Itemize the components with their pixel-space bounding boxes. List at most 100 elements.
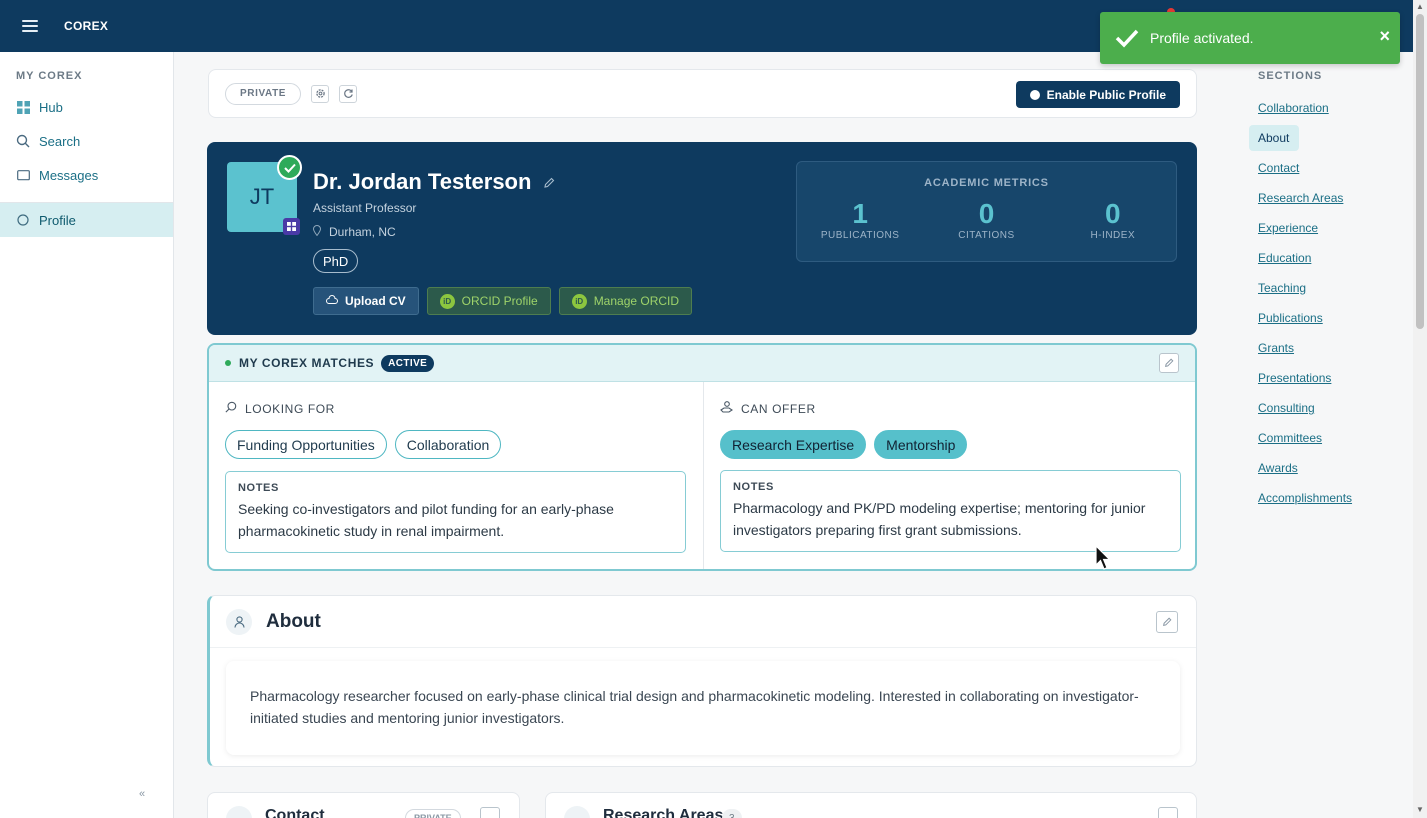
profile-title: Assistant Professor xyxy=(313,201,417,215)
looking-for-notes: NOTES Seeking co-investigators and pilot… xyxy=(225,471,686,553)
section-link-grants[interactable]: Grants xyxy=(1237,333,1413,363)
upload-cv-label: Upload CV xyxy=(345,294,406,308)
profile-location: Durham, NC xyxy=(329,225,396,239)
metrics-title: ACADEMIC METRICS xyxy=(924,177,1049,189)
search-icon xyxy=(16,134,30,148)
notes-text: Pharmacology and PK/PD modeling expertis… xyxy=(733,500,1146,538)
upload-cv-button[interactable]: Upload CV xyxy=(313,287,419,315)
privacy-status-pill[interactable]: PRIVATE xyxy=(225,82,302,105)
refresh-icon[interactable] xyxy=(339,84,358,103)
sidebar-item-search[interactable]: Search xyxy=(0,124,173,158)
sections-list: Collaboration About Contact Research Are… xyxy=(1237,93,1413,513)
looking-for-tags: Funding Opportunities Collaboration xyxy=(225,430,502,459)
tag-chip[interactable]: Mentorship xyxy=(874,430,968,459)
tag-chip[interactable]: Collaboration xyxy=(394,430,502,459)
profile-header: JT Dr. Jordan Testerson Assistant Profes… xyxy=(207,142,1197,335)
sidebar-item-label: Hub xyxy=(39,99,63,115)
sidebar-item-messages[interactable]: Messages xyxy=(0,158,173,192)
section-link-education[interactable]: Education xyxy=(1237,243,1413,273)
contact-privacy-badge: PRIVATE xyxy=(405,809,461,818)
settings-gear-icon[interactable] xyxy=(311,84,330,103)
message-icon xyxy=(16,168,30,182)
can-offer-tags: Research Expertise Mentorship xyxy=(720,430,968,459)
profile-toolbar: PRIVATE Enable Public Profile xyxy=(208,69,1197,118)
section-link-awards[interactable]: Awards xyxy=(1237,453,1413,483)
scroll-up-arrow-icon[interactable]: ▲ xyxy=(1416,2,1424,11)
academic-metrics-panel: ACADEMIC METRICS 1 PUBLICATIONS 0 CITATI… xyxy=(796,161,1177,262)
section-link-accomplishments[interactable]: Accomplishments xyxy=(1237,483,1413,513)
edit-name-pencil-icon[interactable] xyxy=(543,169,555,195)
can-offer-notes: NOTES Pharmacology and PK/PD modeling ex… xyxy=(720,470,1181,552)
notes-label: NOTES xyxy=(238,482,279,494)
globe-icon xyxy=(1029,89,1040,100)
tag-chip[interactable]: Funding Opportunities xyxy=(225,430,387,459)
orcid-icon: iD xyxy=(439,293,455,309)
collapse-sidebar-button[interactable]: « xyxy=(139,788,145,800)
contact-icon xyxy=(226,806,252,818)
edit-about-pencil-icon[interactable] xyxy=(1156,611,1178,633)
main-content: PRIVATE Enable Public Profile JT Dr. Jor… xyxy=(174,52,1237,818)
profile-name-row: Dr. Jordan Testerson xyxy=(313,169,555,195)
profile-location-row: Durham, NC xyxy=(312,225,396,239)
corex-matches-card: MY COREX MATCHES ACTIVE LOOKING FOR Fund… xyxy=(207,343,1197,571)
brand-logo[interactable]: COREX xyxy=(64,19,108,33)
tag-chip[interactable]: Research Expertise xyxy=(720,430,867,459)
edit-research-pencil-icon[interactable] xyxy=(1158,807,1178,818)
section-link-consulting[interactable]: Consulting xyxy=(1237,393,1413,423)
orcid-profile-label: ORCID Profile xyxy=(461,294,538,308)
contact-card: Contact PRIVATE xyxy=(207,792,520,818)
profile-name: Dr. Jordan Testerson xyxy=(313,169,532,194)
verified-check-icon xyxy=(277,155,302,180)
section-link-committees[interactable]: Committees xyxy=(1237,423,1413,453)
can-offer-column: CAN OFFER Research Expertise Mentorship … xyxy=(703,382,1195,569)
sidebar-item-profile[interactable]: Profile xyxy=(0,203,173,237)
section-link-about[interactable]: About xyxy=(1249,125,1299,151)
sidebar-item-label: Profile xyxy=(39,212,76,228)
can-offer-label: CAN OFFER xyxy=(741,401,816,416)
manage-orcid-button[interactable]: iD Manage ORCID xyxy=(558,287,693,315)
sidebar: MY COREX Hub Search Messages Profile « xyxy=(0,52,174,818)
section-link-teaching[interactable]: Teaching xyxy=(1237,273,1413,303)
section-link-collaboration[interactable]: Collaboration xyxy=(1237,93,1413,123)
orcid-profile-button[interactable]: iD ORCID Profile xyxy=(426,287,551,315)
metric-label: CITATIONS xyxy=(958,230,1015,241)
cloud-upload-icon xyxy=(326,294,338,308)
matches-header: MY COREX MATCHES ACTIVE xyxy=(209,345,1195,382)
close-icon[interactable]: × xyxy=(1379,26,1390,47)
sections-nav: SECTIONS Collaboration About Contact Res… xyxy=(1237,52,1413,818)
page-scrollbar[interactable]: ▲ ▼ xyxy=(1413,0,1427,818)
metric-value: 0 xyxy=(1105,198,1121,229)
metric-citations: 0 CITATIONS xyxy=(926,198,1046,241)
mouse-cursor-icon xyxy=(1095,545,1111,570)
sidebar-item-label: Search xyxy=(39,133,81,149)
hand-offer-icon xyxy=(720,401,733,416)
section-link-publications[interactable]: Publications xyxy=(1237,303,1413,333)
edit-contact-pencil-icon[interactable] xyxy=(480,807,500,818)
looking-for-column: LOOKING FOR Funding Opportunities Collab… xyxy=(209,382,702,569)
edit-matches-pencil-icon[interactable] xyxy=(1159,353,1179,373)
sidebar-item-hub[interactable]: Hub xyxy=(0,90,173,124)
about-text: Pharmacology researcher focused on early… xyxy=(226,661,1180,755)
hamburger-menu-icon[interactable] xyxy=(22,20,38,32)
enable-public-profile-label: Enable Public Profile xyxy=(1046,87,1166,102)
scroll-down-arrow-icon[interactable]: ▼ xyxy=(1416,805,1424,814)
section-link-experience[interactable]: Experience xyxy=(1237,213,1413,243)
degree-badge: PhD xyxy=(313,249,359,273)
active-badge: ACTIVE xyxy=(381,354,435,372)
scroll-thumb[interactable] xyxy=(1416,14,1424,329)
avatar-grid-icon xyxy=(283,218,300,235)
about-title: About xyxy=(266,610,321,632)
sidebar-heading: MY COREX xyxy=(16,70,83,82)
metric-h-index: 0 H-INDEX xyxy=(1053,198,1173,241)
research-count-badge: 3 xyxy=(722,809,742,818)
section-link-presentations[interactable]: Presentations xyxy=(1237,363,1413,393)
section-link-research-areas[interactable]: Research Areas xyxy=(1237,183,1413,213)
looking-for-label-row: LOOKING FOR xyxy=(225,401,335,416)
section-link-contact[interactable]: Contact xyxy=(1237,153,1413,183)
metric-label: PUBLICATIONS xyxy=(820,230,900,241)
person-icon xyxy=(226,608,252,635)
grid-icon xyxy=(16,100,30,114)
research-icon xyxy=(564,806,590,818)
contact-title: Contact xyxy=(265,807,325,818)
enable-public-profile-button[interactable]: Enable Public Profile xyxy=(1015,81,1180,108)
